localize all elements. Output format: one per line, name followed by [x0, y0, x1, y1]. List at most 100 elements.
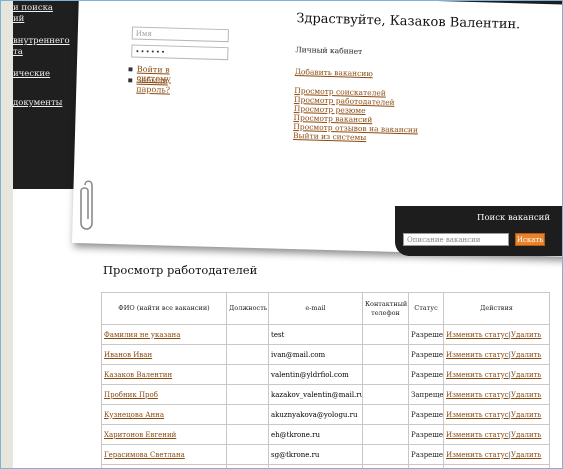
actions-cell: Изменить статус|Удалить: [443, 324, 550, 345]
column-header-position: Должность: [226, 292, 269, 325]
employer-name-link[interactable]: Иванов Иван: [101, 344, 227, 365]
delete-link[interactable]: Удалить: [511, 431, 541, 439]
change-status-link[interactable]: Изменить статус: [446, 431, 509, 439]
position-cell: [226, 444, 269, 465]
table-row: Казаков Валентин valentin@yldrfiol.com Раз…: [101, 364, 550, 385]
phone-cell: [362, 424, 409, 445]
status-cell: Разрешен: [408, 444, 444, 465]
nav-link-internal[interactable]: внутреннего: [13, 36, 83, 47]
logout-link[interactable]: Выйти из системы: [293, 131, 367, 142]
employer-name-link[interactable]: Герасимова Светлана: [101, 444, 227, 465]
actions-cell: Изменить статус|Удалить: [443, 424, 550, 445]
column-header-name[interactable]: ФИО (найти все вакансии): [101, 292, 227, 325]
email-cell: akuznyakova@yologu.ru: [268, 404, 363, 425]
employer-name-link[interactable]: Пробник Проб: [101, 384, 227, 405]
email-cell: valentin@yldrfiol.com: [268, 364, 363, 385]
employers-table: ФИО (найти все вакансии) Должность e-mai…: [101, 292, 550, 468]
table-header-row: ФИО (найти все вакансии) Должность e-mai…: [101, 292, 550, 325]
table-row: Лебедева Мария Александровна job@danfoss.…: [101, 464, 550, 468]
login-field[interactable]: Имя: [131, 26, 229, 43]
nav-link-2[interactable]: ий: [13, 14, 83, 25]
greeting-heading: Здраствуйте, Казаков Валентин.: [296, 11, 521, 33]
employer-name-link[interactable]: Харитонов Евгений: [101, 424, 227, 445]
delete-link[interactable]: Удалить: [511, 451, 541, 459]
column-header-status: Статус: [408, 292, 444, 325]
employer-name-link[interactable]: Кузнецова Анна: [101, 404, 227, 425]
phone-cell: [362, 464, 409, 468]
nav-link-search[interactable]: и поиска: [13, 3, 83, 14]
phone-cell: [362, 364, 409, 385]
position-cell: [226, 404, 269, 425]
add-vacancy-link[interactable]: Добавить вакансию: [295, 67, 373, 78]
status-cell: Разрешен: [408, 344, 444, 365]
column-header-phone: Контактный телефон: [362, 292, 409, 325]
password-field[interactable]: ••••••: [131, 44, 229, 61]
left-margin: [1, 1, 13, 468]
position-cell: [226, 424, 269, 445]
employer-name-link[interactable]: Лебедева Мария Александровна: [101, 464, 227, 468]
change-status-link[interactable]: Изменить статус: [446, 351, 509, 359]
status-cell: Разрешен: [408, 324, 444, 345]
table-row: Герасимова Светланаsg@tkrone.ruРазрешенИ…: [101, 444, 550, 465]
employer-name-link[interactable]: Казаков Валентин: [101, 364, 227, 385]
table-row: Иванов Иван ivan@mail.com РазрешенИзменить…: [101, 344, 550, 365]
paperclip-icon: [80, 180, 93, 230]
actions-cell: Изменить статус|Удалить: [443, 364, 550, 385]
status-cell: Разрешен: [408, 404, 444, 425]
browser-frame: и поиска ий внутреннего та ические докум…: [0, 0, 563, 469]
actions-cell: Изменить статус|Удалить: [443, 404, 550, 425]
email-cell: test: [268, 324, 363, 345]
employer-name-link[interactable]: Фамилия не указана: [101, 324, 227, 345]
phone-cell: [362, 384, 409, 405]
column-header-actions: Действия: [443, 292, 550, 325]
vacancy-search-panel: Поиск вакансий Описание вакансии Искать: [395, 206, 562, 256]
nav-link-documents[interactable]: документы: [13, 98, 83, 109]
search-title: Поиск вакансий: [477, 213, 550, 223]
status-cell: Разрешен: [408, 364, 444, 385]
cabinet-title: Личный кабинет: [295, 45, 363, 56]
position-cell: [226, 324, 269, 345]
delete-link[interactable]: Удалить: [511, 331, 541, 339]
nav-link-ical[interactable]: ические: [13, 69, 83, 80]
bullet-icon: ▪: [127, 64, 134, 74]
email-cell: ivan@mail.com: [268, 344, 363, 365]
email-cell: sg@tkrone.ru: [268, 444, 363, 465]
nav-link-4[interactable]: та: [13, 47, 83, 58]
status-cell: Разрешен: [408, 464, 444, 468]
change-status-link[interactable]: Изменить статус: [446, 451, 509, 459]
actions-cell: Изменить статус|Удалить: [443, 384, 550, 405]
actions-cell: Изменить статус|Удалить: [443, 444, 550, 465]
position-cell: [226, 464, 269, 468]
change-status-link[interactable]: Изменить статус: [446, 331, 509, 339]
delete-link[interactable]: Удалить: [511, 351, 541, 359]
change-status-link[interactable]: Изменить статус: [446, 391, 509, 399]
change-status-link[interactable]: Изменить статус: [446, 411, 509, 419]
phone-cell: [362, 344, 409, 365]
table-row: Харитонов Евгений eh@tkrone.ru РазрешенИзм…: [101, 424, 550, 445]
delete-link[interactable]: Удалить: [511, 411, 541, 419]
status-cell: Запрещен: [408, 384, 444, 405]
phone-cell: [362, 444, 409, 465]
email-cell: job@danfoss.ru: [268, 464, 363, 468]
email-cell: eh@tkrone.ru: [268, 424, 363, 445]
actions-cell: Изменить статус|Удалить: [443, 464, 550, 468]
bullet-icon: ▪: [127, 75, 134, 85]
table-row: Пробник Проб kazakov_valentin@mail.ru Запр…: [101, 384, 550, 405]
delete-link[interactable]: Удалить: [511, 371, 541, 379]
phone-cell: [362, 324, 409, 345]
position-cell: [226, 344, 269, 365]
column-header-email: e-mail: [268, 292, 363, 325]
status-cell: Разрешен: [408, 424, 444, 445]
table-row: Кузнецова Анна akuznyakova@yologu.ru Разре…: [101, 404, 550, 425]
table-row: Фамилия не указана test РазрешенИзменить с…: [101, 324, 550, 345]
change-status-link[interactable]: Изменить статус: [446, 371, 509, 379]
phone-cell: [362, 404, 409, 425]
position-cell: [226, 364, 269, 385]
email-cell: kazakov_valentin@mail.ru: [268, 384, 363, 405]
search-input[interactable]: Описание вакансии: [403, 233, 509, 246]
delete-link[interactable]: Удалить: [511, 391, 541, 399]
search-button[interactable]: Искать: [515, 233, 545, 246]
page-title: Просмотр работодателей: [103, 263, 258, 277]
forgot-password-link[interactable]: Забыли пароль?: [136, 76, 170, 95]
position-cell: [226, 384, 269, 405]
